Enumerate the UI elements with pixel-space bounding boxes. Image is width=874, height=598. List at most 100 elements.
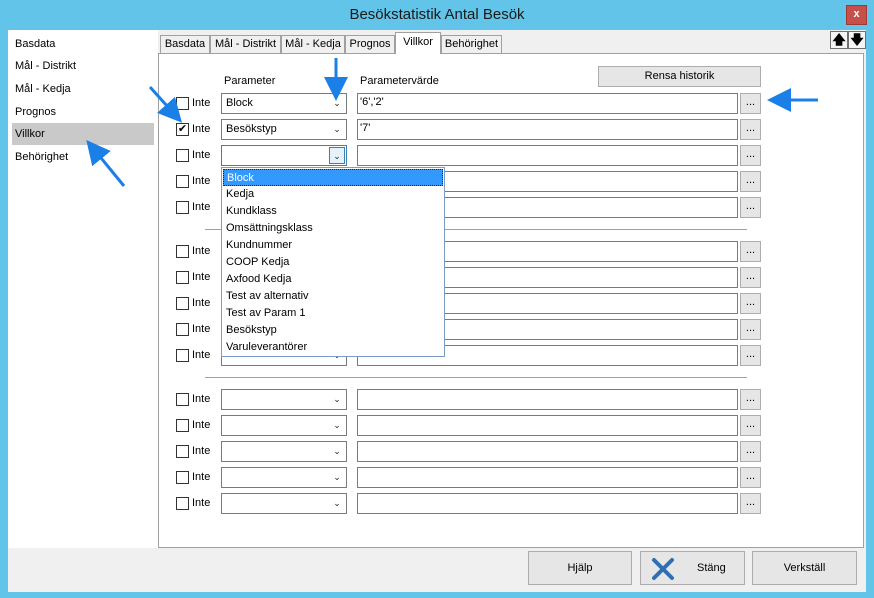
- chevron-down-icon[interactable]: ⌄: [329, 147, 345, 164]
- clear-history-button[interactable]: Rensa historik: [598, 66, 761, 87]
- sidebar-item-prognos[interactable]: Prognos: [12, 101, 154, 123]
- dropdown-option[interactable]: Varuleverantörer: [223, 339, 443, 356]
- not-checkbox[interactable]: [176, 297, 189, 310]
- not-checkbox[interactable]: [176, 245, 189, 258]
- not-label: Inte: [192, 445, 211, 457]
- title-bar[interactable]: Besökstatistik Antal Besök x: [0, 0, 874, 30]
- not-checkbox[interactable]: [176, 201, 189, 214]
- browse-button[interactable]: ...: [740, 171, 761, 192]
- parameter-value-field[interactable]: '7': [357, 119, 738, 140]
- dropdown-option[interactable]: COOP Kedja: [223, 254, 443, 271]
- tab-prognos[interactable]: Prognos: [345, 35, 395, 53]
- not-label: Inte: [192, 149, 211, 161]
- not-checkbox[interactable]: [176, 175, 189, 188]
- browse-button[interactable]: ...: [740, 293, 761, 314]
- parameter-select[interactable]: ⌄: [221, 441, 347, 462]
- tab-mal-distrikt[interactable]: Mål - Distrikt: [210, 35, 281, 53]
- not-checkbox[interactable]: [176, 445, 189, 458]
- not-checkbox[interactable]: [176, 97, 189, 110]
- parameter-select[interactable]: ⌄: [221, 415, 347, 436]
- help-button[interactable]: Hjälp: [528, 551, 632, 585]
- not-checkbox[interactable]: [176, 271, 189, 284]
- browse-button[interactable]: ...: [740, 441, 761, 462]
- not-checkbox[interactable]: [176, 349, 189, 362]
- move-down-button[interactable]: 🡇: [848, 31, 866, 49]
- not-checkbox[interactable]: [176, 471, 189, 484]
- chevron-down-icon[interactable]: ⌄: [329, 495, 345, 512]
- not-label: Inte: [192, 97, 211, 109]
- tab-bar: Basdata Mål - Distrikt Mål - Kedja Progn…: [158, 30, 866, 54]
- sidebar-item-behorighet[interactable]: Behörighet: [12, 146, 154, 168]
- parameter-dropdown-list[interactable]: Block Kedja Kundklass Omsättningsklass Kundn…: [221, 167, 445, 357]
- move-up-button[interactable]: 🡅: [830, 31, 848, 49]
- chevron-down-icon[interactable]: ⌄: [329, 469, 345, 486]
- not-label: Inte: [192, 245, 211, 257]
- parameter-value-field[interactable]: '6','2': [357, 93, 738, 114]
- dropdown-option[interactable]: Test av alternativ: [223, 288, 443, 305]
- parameter-value-field[interactable]: [357, 145, 738, 166]
- browse-button[interactable]: ...: [740, 493, 761, 514]
- browse-button[interactable]: ...: [740, 415, 761, 436]
- dropdown-option[interactable]: Kedja: [223, 186, 443, 203]
- parameter-value-text: '6','2': [360, 96, 384, 108]
- parameter-select[interactable]: Besökstyp ⌄: [221, 119, 347, 140]
- browse-button[interactable]: ...: [740, 197, 761, 218]
- dropdown-option[interactable]: Kundklass: [223, 203, 443, 220]
- sidebar-item-basdata[interactable]: Basdata: [12, 33, 154, 55]
- sidebar-item-villkor[interactable]: Villkor: [12, 123, 154, 145]
- close-window-button[interactable]: x: [846, 5, 867, 25]
- parameter-select[interactable]: ⌄: [221, 145, 347, 166]
- parameter-select[interactable]: ⌄: [221, 389, 347, 410]
- parameter-select[interactable]: ⌄: [221, 493, 347, 514]
- dropdown-option[interactable]: Block: [223, 169, 443, 186]
- not-label: Inte: [192, 271, 211, 283]
- chevron-down-icon[interactable]: ⌄: [329, 391, 345, 408]
- not-checkbox[interactable]: ✔: [176, 123, 189, 136]
- browse-button[interactable]: ...: [740, 467, 761, 488]
- browse-button[interactable]: ...: [740, 389, 761, 410]
- not-checkbox[interactable]: [176, 323, 189, 336]
- parameter-select[interactable]: ⌄: [221, 467, 347, 488]
- sidebar-item-mal-distrikt[interactable]: Mål - Distrikt: [12, 55, 154, 77]
- help-button-label: Hjälp: [567, 562, 593, 574]
- browse-button[interactable]: ...: [740, 119, 761, 140]
- apply-button-label: Verkställ: [783, 562, 826, 574]
- dropdown-option[interactable]: Axfood Kedja: [223, 271, 443, 288]
- browse-button[interactable]: ...: [740, 267, 761, 288]
- not-checkbox[interactable]: [176, 149, 189, 162]
- not-checkbox[interactable]: [176, 419, 189, 432]
- dropdown-option[interactable]: Besökstyp: [223, 322, 443, 339]
- dropdown-option[interactable]: Omsättningsklass: [223, 220, 443, 237]
- browse-button[interactable]: ...: [740, 145, 761, 166]
- tab-mal-kedja[interactable]: Mål - Kedja: [281, 35, 345, 53]
- chevron-down-icon[interactable]: ⌄: [329, 121, 345, 138]
- chevron-down-icon[interactable]: ⌄: [329, 417, 345, 434]
- parameter-value-text: '7': [360, 122, 371, 134]
- not-checkbox[interactable]: [176, 393, 189, 406]
- chevron-down-icon[interactable]: ⌄: [329, 95, 345, 112]
- sidebar: Basdata Mål - Distrikt Mål - Kedja Progn…: [8, 30, 158, 548]
- apply-button[interactable]: Verkställ: [752, 551, 857, 585]
- browse-button[interactable]: ...: [740, 319, 761, 340]
- parameter-value-field[interactable]: [357, 441, 738, 462]
- parameter-value-field[interactable]: [357, 389, 738, 410]
- tab-behorighet[interactable]: Behörighet: [441, 35, 502, 53]
- dropdown-option[interactable]: Test av Param 1: [223, 305, 443, 322]
- browse-button[interactable]: ...: [740, 345, 761, 366]
- parameter-value-field[interactable]: [357, 415, 738, 436]
- parameter-select[interactable]: Block ⌄: [221, 93, 347, 114]
- browse-button[interactable]: ...: [740, 241, 761, 262]
- tab-basdata[interactable]: Basdata: [160, 35, 210, 53]
- sidebar-item-mal-kedja[interactable]: Mål - Kedja: [12, 78, 154, 100]
- parameter-value-field[interactable]: [357, 493, 738, 514]
- not-label: Inte: [192, 323, 211, 335]
- tab-villkor[interactable]: Villkor: [395, 32, 441, 54]
- dropdown-option[interactable]: Kundnummer: [223, 237, 443, 254]
- browse-button[interactable]: ...: [740, 93, 761, 114]
- not-checkbox[interactable]: [176, 497, 189, 510]
- chevron-down-icon[interactable]: ⌄: [329, 443, 345, 460]
- close-button[interactable]: Stäng: [640, 551, 745, 585]
- parameter-value-field[interactable]: [357, 467, 738, 488]
- parameter-select-value: Block: [226, 97, 253, 109]
- parameter-select-value: Besökstyp: [226, 123, 277, 135]
